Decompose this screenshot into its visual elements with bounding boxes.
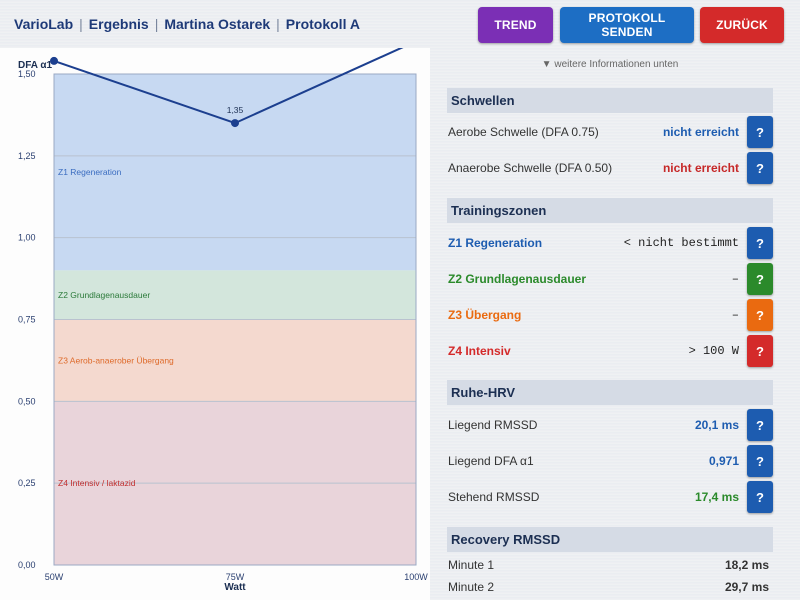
breadcrumb-separator: |	[79, 16, 83, 32]
recovery-minute2-label: Minute 2	[448, 580, 495, 594]
lying-rmssd-value: 20,1 ms	[694, 418, 739, 432]
lying-dfa-value: 0,971	[708, 454, 739, 468]
y-tick-label: 0,50	[18, 396, 36, 406]
y-tick-label: 0,25	[18, 478, 36, 488]
standing-rmssd-label: Stehend RMSSD	[448, 490, 540, 504]
y-tick-label: 1,25	[18, 151, 36, 161]
zone3-label: Z3 Übergang	[448, 308, 522, 322]
breadcrumb-separator: |	[154, 16, 159, 32]
lying-dfa-label: Liegend DFA α1	[448, 454, 534, 468]
header-bar: VarioLab | Ergebnis | Martina Ostarek | Protok…	[0, 0, 800, 50]
y-tick-label: 0,00	[18, 560, 36, 570]
anaerobic-threshold-label: Anaerobe Schwelle (DFA 0.50)	[448, 161, 613, 175]
data-point-label: 1,35	[227, 105, 244, 115]
breadcrumb-result[interactable]: Ergebnis	[89, 16, 149, 32]
section-header-resting-hrv: Ruhe-HRV	[447, 380, 773, 405]
zone-label-2: Z2 Grundlagenausdauer	[58, 290, 150, 300]
anaerobic-threshold-value: nicht erreicht	[662, 161, 739, 175]
zone4-value: > 100 W	[688, 344, 739, 358]
standing-rmssd-value: 17,4 ms	[694, 490, 739, 504]
data-point	[231, 119, 239, 128]
recovery-minute1-label: Minute 1	[448, 558, 495, 572]
recovery-minute2-value: 29,7 ms	[724, 580, 769, 594]
zone-label-1: Z1 Regeneration	[58, 167, 122, 177]
aerobic-threshold-value: nicht erreicht	[662, 125, 739, 139]
help-aerobic-threshold-button[interactable]: ?	[747, 116, 773, 148]
aerobic-threshold-label: Aerobe Schwelle (DFA 0.75)	[448, 125, 599, 139]
x-tick-label: 75W	[226, 572, 245, 582]
trend-button[interactable]: TREND	[478, 7, 553, 43]
help-zone3-button[interactable]: ?	[747, 299, 773, 331]
section-header-recovery: Recovery RMSSD	[447, 527, 773, 552]
recovery-minute1-value: 18,2 ms	[724, 558, 769, 572]
x-axis-label: Watt	[224, 582, 246, 593]
breadcrumb-separator: |	[276, 16, 280, 32]
breadcrumb-protocol: Protokoll A	[285, 16, 360, 32]
section-header-thresholds: Schwellen	[447, 88, 773, 113]
lying-rmssd-label: Liegend RMSSD	[448, 418, 538, 432]
help-standing-rmssd-button[interactable]: ?	[747, 481, 773, 513]
zone-label-4: Z4 Intensiv / laktazid	[58, 478, 136, 488]
help-zone4-button[interactable]: ?	[747, 335, 773, 367]
dfa-chart: Z1 Regeneration Z2 Grundlagenausdauer Z3 A…	[18, 48, 428, 593]
section-header-training-zones: Trainingszonen	[447, 198, 773, 223]
help-zone1-button[interactable]: ?	[747, 227, 773, 259]
breadcrumb-athlete[interactable]: Martina Ostarek	[164, 16, 270, 32]
help-anaerobic-threshold-button[interactable]: ?	[747, 152, 773, 184]
y-tick-label: 1,00	[18, 233, 36, 243]
send-protocol-button[interactable]: PROTOKOLL SENDEN	[560, 7, 694, 43]
y-tick-label: 0,75	[18, 315, 36, 325]
y-axis-label: DFA α1	[18, 60, 53, 71]
zone1-value: < nicht bestimmt	[623, 236, 739, 250]
x-tick-label: 100W	[404, 572, 428, 582]
help-lying-rmssd-button[interactable]: ?	[747, 409, 773, 441]
back-button[interactable]: ZURÜCK	[700, 7, 784, 43]
x-tick-label: 50W	[45, 572, 64, 582]
help-zone2-button[interactable]: ?	[747, 263, 773, 295]
data-point	[50, 56, 58, 65]
help-lying-dfa-button[interactable]: ?	[747, 445, 773, 477]
zone-label-3: Z3 Aerob-anaerober Übergang	[58, 355, 174, 365]
zone1-label: Z1 Regeneration	[448, 236, 543, 250]
zone3-value: –	[731, 308, 739, 322]
zone4-label: Z4 Intensiv	[448, 344, 511, 358]
breadcrumb-app[interactable]: VarioLab	[14, 16, 73, 32]
zone2-value: –	[731, 272, 739, 286]
more-info-hint: ▼ weitere Informationen unten	[541, 59, 679, 70]
zone2-label: Z2 Grundlagenausdauer	[448, 272, 587, 286]
breadcrumb: VarioLab | Ergebnis | Martina Ostarek | Protok…	[14, 16, 360, 32]
